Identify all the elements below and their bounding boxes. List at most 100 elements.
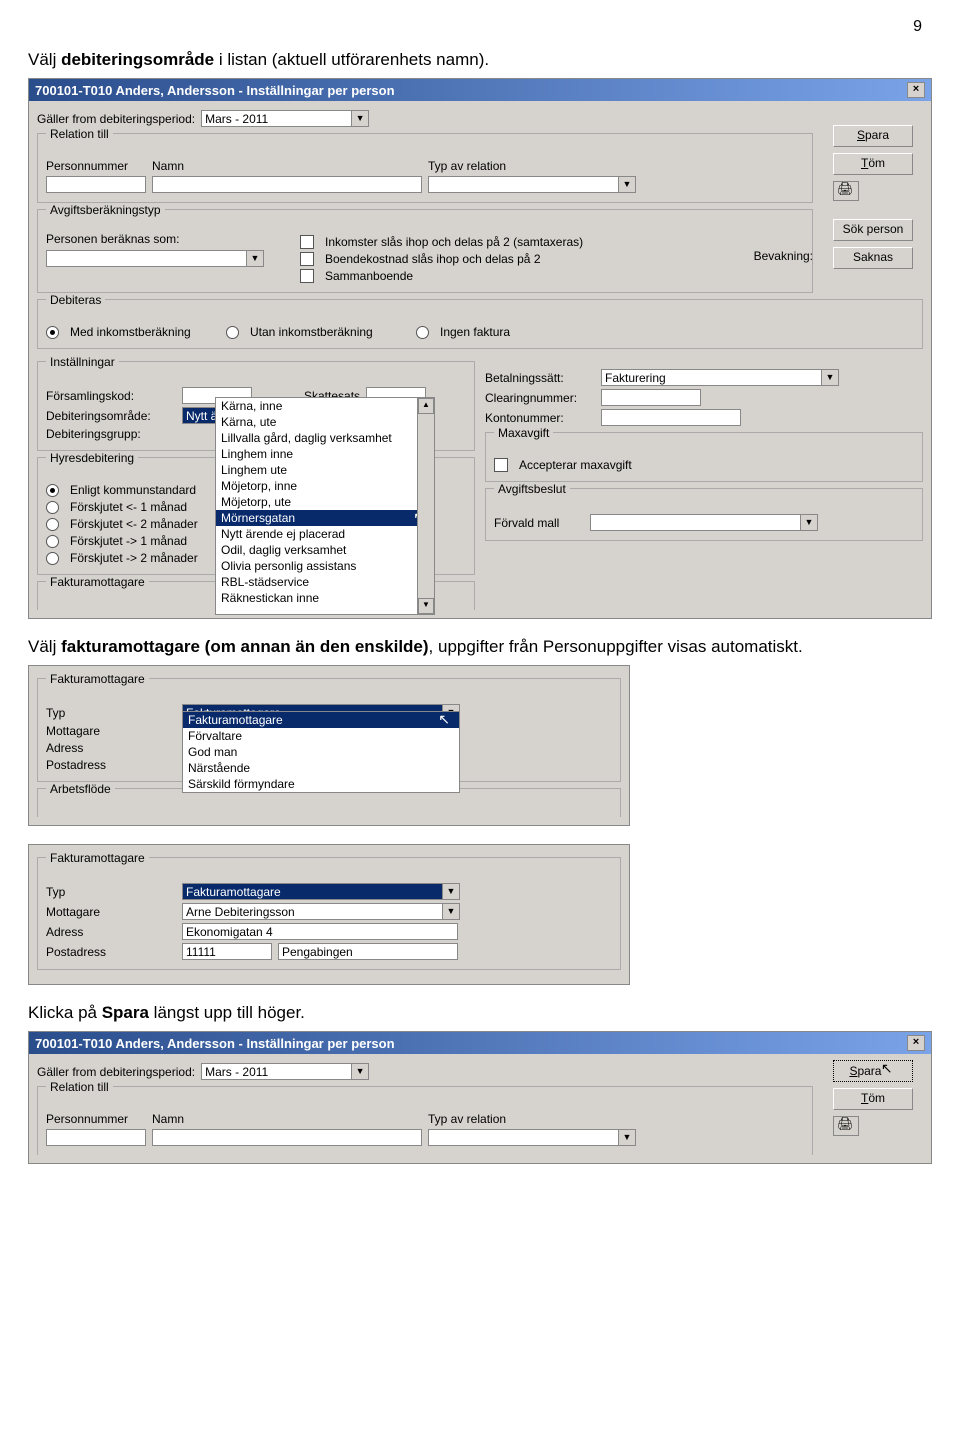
instruction-3: Klicka på Spara längst upp till höger.	[28, 1003, 932, 1023]
label: Typ	[46, 885, 176, 899]
adress-field[interactable]: Ekonomigatan 4	[182, 923, 458, 940]
chevron-down-icon[interactable]: ▼	[800, 514, 818, 531]
radio[interactable]	[46, 484, 59, 497]
radio[interactable]	[46, 518, 59, 531]
list-item[interactable]: God man	[183, 744, 459, 760]
clearing-field[interactable]	[601, 389, 701, 406]
mottagare-combo[interactable]: Arne Debiteringsson▼	[182, 903, 460, 920]
debomr-list[interactable]: Kärna, inne Kärna, ute Lillvalla gård, d…	[215, 397, 435, 615]
radio[interactable]	[46, 326, 59, 339]
label: Personnummer	[46, 159, 146, 173]
group-installningar: Inställningar	[46, 355, 119, 369]
titlebar: 700101-T010 Anders, Andersson - Inställn…	[29, 79, 931, 101]
checkbox[interactable]	[300, 235, 314, 249]
print-icon[interactable]	[833, 181, 859, 201]
list-item[interactable]: Särskild förmyndare	[183, 776, 459, 792]
label: Kontonummer:	[485, 411, 595, 425]
radio[interactable]	[226, 326, 239, 339]
typrel-combo[interactable]: ▼	[428, 1129, 636, 1146]
list-item[interactable]: Linghem inne	[216, 446, 434, 462]
group-fakturamottagare: Fakturamottagare	[46, 575, 149, 589]
label: Med inkomstberäkning	[70, 325, 220, 339]
chevron-down-icon[interactable]: ▼	[618, 1129, 636, 1146]
list-item[interactable]: RBL-städservice	[216, 574, 434, 590]
list-item[interactable]: Kärna, inne	[216, 398, 434, 414]
list-item-selected[interactable]: Mörnersgatan ↖	[216, 510, 434, 526]
chevron-down-icon[interactable]: ▼	[246, 250, 264, 267]
label: Inkomster slås ihop och delas på 2 (samt…	[325, 235, 583, 249]
personnummer-field[interactable]	[46, 176, 146, 193]
dialog-settings: 700101-T010 Anders, Andersson - Inställn…	[28, 78, 932, 619]
label: Typ av relation	[428, 1112, 506, 1126]
label: Sammanboende	[325, 269, 413, 283]
betal-combo[interactable]: Fakturering▼	[601, 369, 839, 386]
save-button[interactable]: Spara ↖	[833, 1060, 913, 1082]
list-item[interactable]: Möjetorp, ute	[216, 494, 434, 510]
fakturamottagare-panel-filled: Fakturamottagare Typ Fakturamottagare▼ M…	[28, 844, 630, 985]
betal-value: Fakturering	[601, 369, 821, 386]
personber-combo[interactable]: ▼	[46, 250, 264, 267]
list-item[interactable]: Odil, daglig verksamhet	[216, 542, 434, 558]
checkbox[interactable]	[494, 458, 508, 472]
clear-button[interactable]: Töm	[833, 1088, 913, 1110]
list-item[interactable]: Nytt ärende ej placerad	[216, 526, 434, 542]
close-icon[interactable]: ×	[907, 82, 925, 98]
group-debiteras: Debiteras	[46, 293, 105, 307]
list-item[interactable]: Lillvalla gård, daglig verksamhet	[216, 430, 434, 446]
typrel-combo[interactable]: ▼	[428, 176, 636, 193]
list-item[interactable]: Linghem ute	[216, 462, 434, 478]
list-item[interactable]: Närstående	[183, 760, 459, 776]
forvald-combo[interactable]: ▼	[590, 514, 818, 531]
chevron-down-icon[interactable]: ▼	[442, 903, 460, 920]
sok-person-button[interactable]: Sök person	[833, 219, 913, 241]
saknas-button[interactable]: Saknas	[833, 247, 913, 269]
chevron-down-icon[interactable]: ▼	[618, 176, 636, 193]
label: Postadress	[46, 758, 176, 772]
scroll-down-icon[interactable]: ▼	[418, 598, 434, 614]
radio[interactable]	[46, 552, 59, 565]
radio[interactable]	[46, 501, 59, 514]
radio[interactable]	[416, 326, 429, 339]
chevron-down-icon[interactable]: ▼	[351, 1063, 369, 1080]
group-relation: Relation till	[46, 1080, 113, 1094]
text: i listan (aktuell utförarenhets namn).	[214, 50, 489, 69]
namn-field[interactable]	[152, 1129, 422, 1146]
typ-combo[interactable]: Fakturamottagare▼	[182, 883, 460, 900]
checkbox[interactable]	[300, 252, 314, 266]
label: Typ av relation	[428, 159, 506, 173]
list-item[interactable]: Räknestickan inne	[216, 590, 434, 606]
label: Församlingskod:	[46, 389, 176, 403]
scroll-up-icon[interactable]: ▲	[418, 398, 434, 414]
radio[interactable]	[46, 535, 59, 548]
namn-field[interactable]	[152, 176, 422, 193]
galler-combo[interactable]: Mars - 2011 ▼	[201, 110, 369, 127]
label: Förskjutet -> 1 månad	[70, 534, 187, 548]
print-icon[interactable]	[833, 1116, 859, 1136]
galler-value: Mars - 2011	[201, 110, 351, 127]
typ-list[interactable]: Fakturamottagare↖ Förvaltare God man När…	[182, 711, 460, 793]
personnummer-field[interactable]	[46, 1129, 146, 1146]
window-title: 700101-T010 Anders, Andersson - Inställn…	[35, 83, 395, 98]
postnr-field[interactable]: 11111	[182, 943, 272, 960]
konto-field[interactable]	[601, 409, 741, 426]
list-item[interactable]: Förvaltare	[183, 728, 459, 744]
save-button[interactable]: Spara	[833, 125, 913, 147]
label: Debiteringsområde:	[46, 409, 176, 423]
galler-value: Mars - 2011	[201, 1063, 351, 1080]
label: Namn	[152, 1112, 422, 1126]
clear-button[interactable]: Töm	[833, 153, 913, 175]
label: Förvald mall	[494, 516, 584, 530]
ort-field[interactable]: Pengabingen	[278, 943, 458, 960]
scrollbar[interactable]: ▲ ▼	[417, 398, 434, 614]
list-item[interactable]: Möjetorp, inne	[216, 478, 434, 494]
group-hyres: Hyresdebitering	[46, 451, 138, 465]
chevron-down-icon[interactable]: ▼	[351, 110, 369, 127]
list-item-selected[interactable]: Fakturamottagare↖	[183, 712, 459, 728]
galler-combo[interactable]: Mars - 2011 ▼	[201, 1063, 369, 1080]
chevron-down-icon[interactable]: ▼	[821, 369, 839, 386]
list-item[interactable]: Olivia personlig assistans	[216, 558, 434, 574]
list-item[interactable]: Kärna, ute	[216, 414, 434, 430]
chevron-down-icon[interactable]: ▼	[442, 883, 460, 900]
checkbox[interactable]	[300, 269, 314, 283]
close-icon[interactable]: ×	[907, 1035, 925, 1051]
